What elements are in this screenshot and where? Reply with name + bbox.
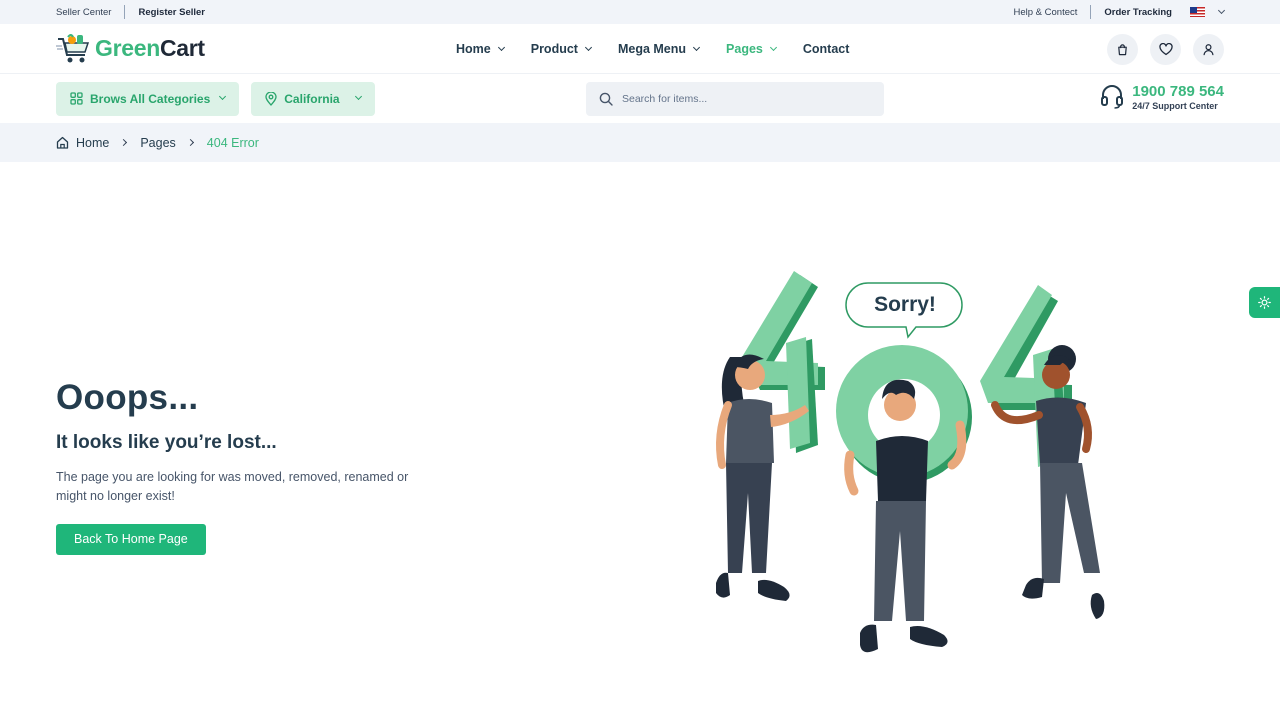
- chevron-down-icon: [354, 92, 362, 101]
- error-content: Ooops... It looks like you’re lost... Th…: [56, 378, 436, 555]
- support-contact: 1900 789 564 24/7 Support Center: [1100, 83, 1224, 111]
- error-description: The page you are looking for was moved, …: [56, 470, 409, 503]
- sun-icon: [1258, 296, 1271, 309]
- logo-text-green: Green: [95, 35, 160, 61]
- theme-toggle-button[interactable]: [1249, 287, 1280, 318]
- breadcrumb-pages[interactable]: Pages: [140, 136, 175, 150]
- cart-logo-icon: [56, 33, 90, 62]
- nav-contact[interactable]: Contact: [803, 42, 850, 56]
- main-header: GreenCart Home Product Mega Menu Pages C…: [0, 24, 1280, 74]
- grid-icon: [70, 92, 83, 105]
- support-label: 24/7 Support Center: [1132, 101, 1218, 111]
- breadcrumb: Home Pages 404 Error: [0, 123, 1280, 162]
- nav-home-label: Home: [456, 42, 491, 56]
- seller-center-link[interactable]: Seller Center: [56, 7, 111, 18]
- chevron-down-icon: [1217, 6, 1226, 14]
- heart-icon: [1158, 43, 1173, 56]
- nav-home[interactable]: Home: [456, 42, 505, 56]
- chevron-down-icon: [497, 43, 505, 51]
- register-seller-link[interactable]: Register Seller: [138, 7, 205, 18]
- help-contact-link[interactable]: Help & Contect: [1014, 7, 1078, 18]
- back-home-button[interactable]: Back To Home Page: [56, 524, 206, 555]
- language-selector[interactable]: [1190, 6, 1226, 17]
- breadcrumb-home[interactable]: Home: [76, 136, 109, 150]
- error-subtitle: It looks like you’re lost...: [56, 432, 277, 453]
- chevron-right-icon: [120, 138, 128, 147]
- category-bar: Brows All Categories California 1900 789…: [0, 74, 1280, 123]
- top-bar-left: Seller Center Register Seller: [56, 5, 205, 19]
- support-phone[interactable]: 1900 789 564: [1132, 83, 1224, 100]
- nav-mega-menu-label: Mega Menu: [617, 42, 687, 56]
- cart-button[interactable]: [1107, 34, 1138, 65]
- home-icon: [56, 136, 69, 149]
- main-nav: Home Product Mega Menu Pages Contact: [456, 24, 876, 74]
- wishlist-button[interactable]: [1150, 34, 1181, 65]
- 404-illustration: Sorry!: [716, 271, 1105, 653]
- chevron-down-icon: [584, 43, 593, 51]
- error-title: Ooops...: [56, 378, 199, 417]
- search-icon: [599, 92, 613, 106]
- logo-text-dark: Cart: [159, 35, 205, 61]
- browse-categories-label: Brows All Categories: [90, 91, 211, 106]
- location-label: California: [284, 91, 340, 106]
- logo-text: GreenCart: [95, 35, 205, 62]
- nav-product-label: Product: [530, 42, 578, 56]
- location-selector[interactable]: California: [251, 81, 375, 116]
- us-flag-icon: [1190, 7, 1205, 17]
- sorry-speech-bubble: Sorry!: [845, 282, 963, 339]
- order-tracking-link[interactable]: Order Tracking: [1104, 7, 1172, 18]
- header-actions: [1095, 34, 1224, 65]
- search-input[interactable]: [622, 93, 852, 105]
- nav-contact-label: Contact: [802, 42, 850, 56]
- browse-categories-button[interactable]: Brows All Categories: [56, 81, 240, 116]
- chevron-down-icon: [692, 43, 701, 51]
- chevron-down-icon: [219, 92, 227, 101]
- search-box: [586, 82, 884, 116]
- nav-mega-menu[interactable]: Mega Menu: [617, 42, 701, 56]
- chevron-down-icon: [769, 43, 777, 51]
- map-pin-icon: [265, 91, 277, 106]
- divider: [1090, 5, 1092, 19]
- nav-pages[interactable]: Pages: [726, 42, 777, 56]
- chevron-right-icon: [186, 138, 194, 147]
- nav-product[interactable]: Product: [530, 42, 593, 56]
- user-icon: [1203, 44, 1214, 56]
- logo[interactable]: GreenCart: [56, 33, 205, 65]
- bubble-text: Sorry!: [874, 293, 936, 316]
- top-bar-right: Help & Contect Order Tracking: [1014, 5, 1226, 19]
- breadcrumb-current: 404 Error: [206, 135, 259, 150]
- divider: [124, 5, 126, 19]
- account-button[interactable]: [1193, 34, 1224, 65]
- headset-icon: [1101, 85, 1124, 109]
- top-bar: Seller Center Register Seller Help & Con…: [0, 0, 1280, 24]
- nav-pages-label: Pages: [726, 42, 763, 56]
- shopping-bag-icon: [1118, 44, 1127, 56]
